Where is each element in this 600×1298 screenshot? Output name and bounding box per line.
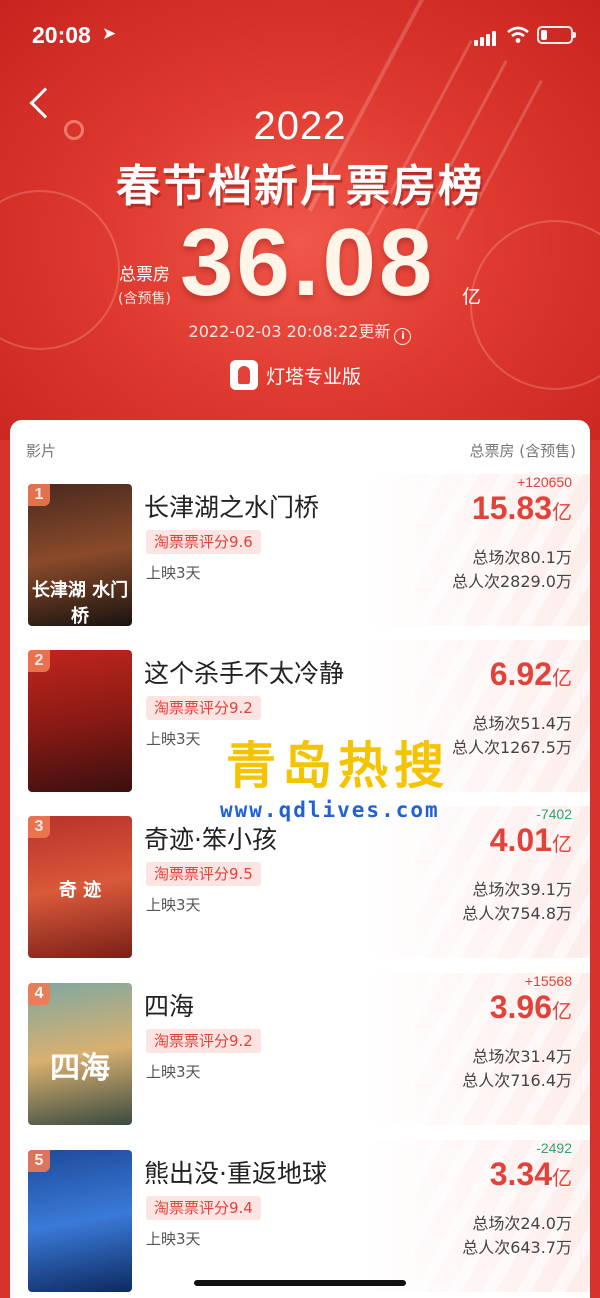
box-office: 4.01亿 (490, 822, 572, 859)
home-indicator[interactable] (194, 1280, 406, 1286)
movie-title[interactable]: 长津湖之水门桥 (144, 488, 319, 524)
brand-logo: 灯塔专业版 (230, 360, 361, 390)
location-arrow-icon: ➤ (102, 24, 117, 44)
box-office-value: 3.96 (489, 989, 552, 1025)
release-days: 上映3天 (146, 896, 201, 914)
rank-badge: 2 (28, 650, 50, 672)
rank-badge: 4 (28, 983, 50, 1005)
page-year: 2022 (253, 104, 347, 148)
poster-title: 奇 迹 (58, 880, 102, 901)
total-sessions: 总场次31.4万 (472, 1047, 572, 1066)
watermark-text: 青岛热搜 (226, 737, 450, 795)
movie-row[interactable]: 3 奇 迹 奇迹·笨小孩淘票票评分9.5 上映3天 -7402 4.01亿总场次39.1万… (10, 806, 590, 958)
movie-poster[interactable]: 2 (28, 650, 132, 792)
brand-name: 灯塔专业版 (266, 365, 362, 388)
box-office-value: 3.34 (489, 1156, 552, 1192)
total-sessions: 总场次39.1万 (472, 880, 572, 899)
total-sublabel: (含预售) (118, 291, 171, 307)
table-header: 影片 总票房 (含预售) (0, 440, 600, 464)
movie-row[interactable]: 4 四海 四海 淘票票评分9.2 上映3天 +15568 3.96亿 总场次31.4万 总人次7… (10, 973, 590, 1125)
movie-row[interactable]: 5 熊出没·重返地球淘票票评分9.4 上映3天 -2492 3.34亿总场次24.0万总… (10, 1140, 590, 1292)
box-office: 3.96亿 (490, 989, 572, 1026)
box-office: 6.92亿 (490, 656, 572, 693)
box-office-change: -2492 (536, 1140, 572, 1156)
release-days: 上映3天 (146, 1063, 201, 1081)
rating-badge: 淘票票评分9.4 (146, 1196, 261, 1220)
page-title: 春节档新片票房榜 (116, 161, 484, 212)
box-office-unit: 亿 (552, 1166, 572, 1190)
total-unit: 亿 (462, 286, 482, 308)
rating-badge: 淘票票评分9.6 (146, 530, 261, 554)
update-time: 2022-02-03 20:08:22更新 i (0, 318, 600, 345)
status-bar: 20:08 ➤ (0, 0, 600, 70)
total-sessions: 总场次51.4万 (472, 714, 572, 733)
total-viewers: 总人次2829.0万 (452, 572, 572, 591)
column-box-office: 总票房 (含预售) (469, 442, 576, 460)
rating-badge: 淘票票评分9.2 (146, 1029, 261, 1053)
release-days: 上映3天 (146, 730, 201, 748)
watermark-url: www.qdlives.com (220, 798, 440, 822)
box-office-unit: 亿 (552, 999, 572, 1023)
box-office-unit: 亿 (552, 500, 572, 524)
total-label: 总票房 (118, 265, 170, 285)
box-office-value: 15.83 (471, 490, 552, 526)
decor-cloud (470, 220, 600, 390)
movie-row[interactable]: 1 长津湖 水门桥 长津湖之水门桥淘票票评分9.6 上映3天 +120650 15.83亿… (10, 474, 590, 626)
movie-title[interactable]: 这个杀手不太冷静 (144, 654, 344, 690)
info-icon[interactable]: i (394, 328, 412, 345)
total-sessions: 总场次24.0万 (472, 1214, 572, 1233)
rating-badge: 淘票票评分9.5 (146, 862, 261, 886)
lighthouse-icon (230, 360, 258, 390)
rank-badge: 3 (28, 816, 50, 838)
total-viewers: 总人次643.7万 (462, 1238, 572, 1257)
rank-badge: 5 (28, 1150, 50, 1172)
box-office-change: -7402 (536, 806, 572, 822)
movie-title[interactable]: 熊出没·重返地球 (144, 1154, 327, 1190)
total-viewers: 总人次1267.5万 (452, 738, 572, 757)
total-label-block: 总票房 (含预售) (118, 263, 171, 311)
release-days: 上映3天 (146, 1230, 201, 1248)
update-time-text: 2022-02-03 20:08:22更新 (188, 322, 391, 341)
column-movie: 影片 (26, 442, 57, 460)
movie-poster[interactable]: 5 (28, 1150, 132, 1292)
box-office-unit: 亿 (552, 832, 572, 856)
box-office: 3.34亿 (490, 1156, 572, 1193)
box-office: 15.83亿 (472, 490, 572, 527)
rank-badge: 1 (28, 484, 50, 506)
total-viewers: 总人次754.8万 (462, 904, 572, 923)
total-sessions: 总场次80.1万 (472, 548, 572, 567)
battery-icon (537, 26, 576, 44)
movie-title[interactable]: 四海 (144, 987, 194, 1023)
box-office-change: +15568 (524, 973, 572, 989)
cellular-signal-icon (474, 28, 500, 46)
box-office-unit: 亿 (552, 666, 572, 690)
status-time: 20:08 (32, 22, 91, 48)
box-office-change: +120650 (517, 474, 572, 490)
box-office-value: 4.01 (489, 822, 552, 858)
total-viewers: 总人次716.4万 (462, 1071, 572, 1090)
movie-poster[interactable]: 3 奇 迹 (28, 816, 132, 958)
movie-poster[interactable]: 4 四海 (28, 983, 132, 1125)
poster-title: 长津湖 水门桥 (31, 580, 129, 626)
box-office-value: 6.92 (489, 656, 552, 692)
release-days: 上映3天 (146, 564, 201, 582)
poster-title: 四海 (50, 1051, 110, 1086)
rating-badge: 淘票票评分9.2 (146, 696, 261, 720)
wifi-icon (507, 26, 529, 43)
movie-title[interactable]: 奇迹·笨小孩 (144, 820, 277, 856)
movie-poster[interactable]: 1 长津湖 水门桥 (28, 484, 132, 626)
total-box-office: 36.08 (180, 209, 436, 316)
